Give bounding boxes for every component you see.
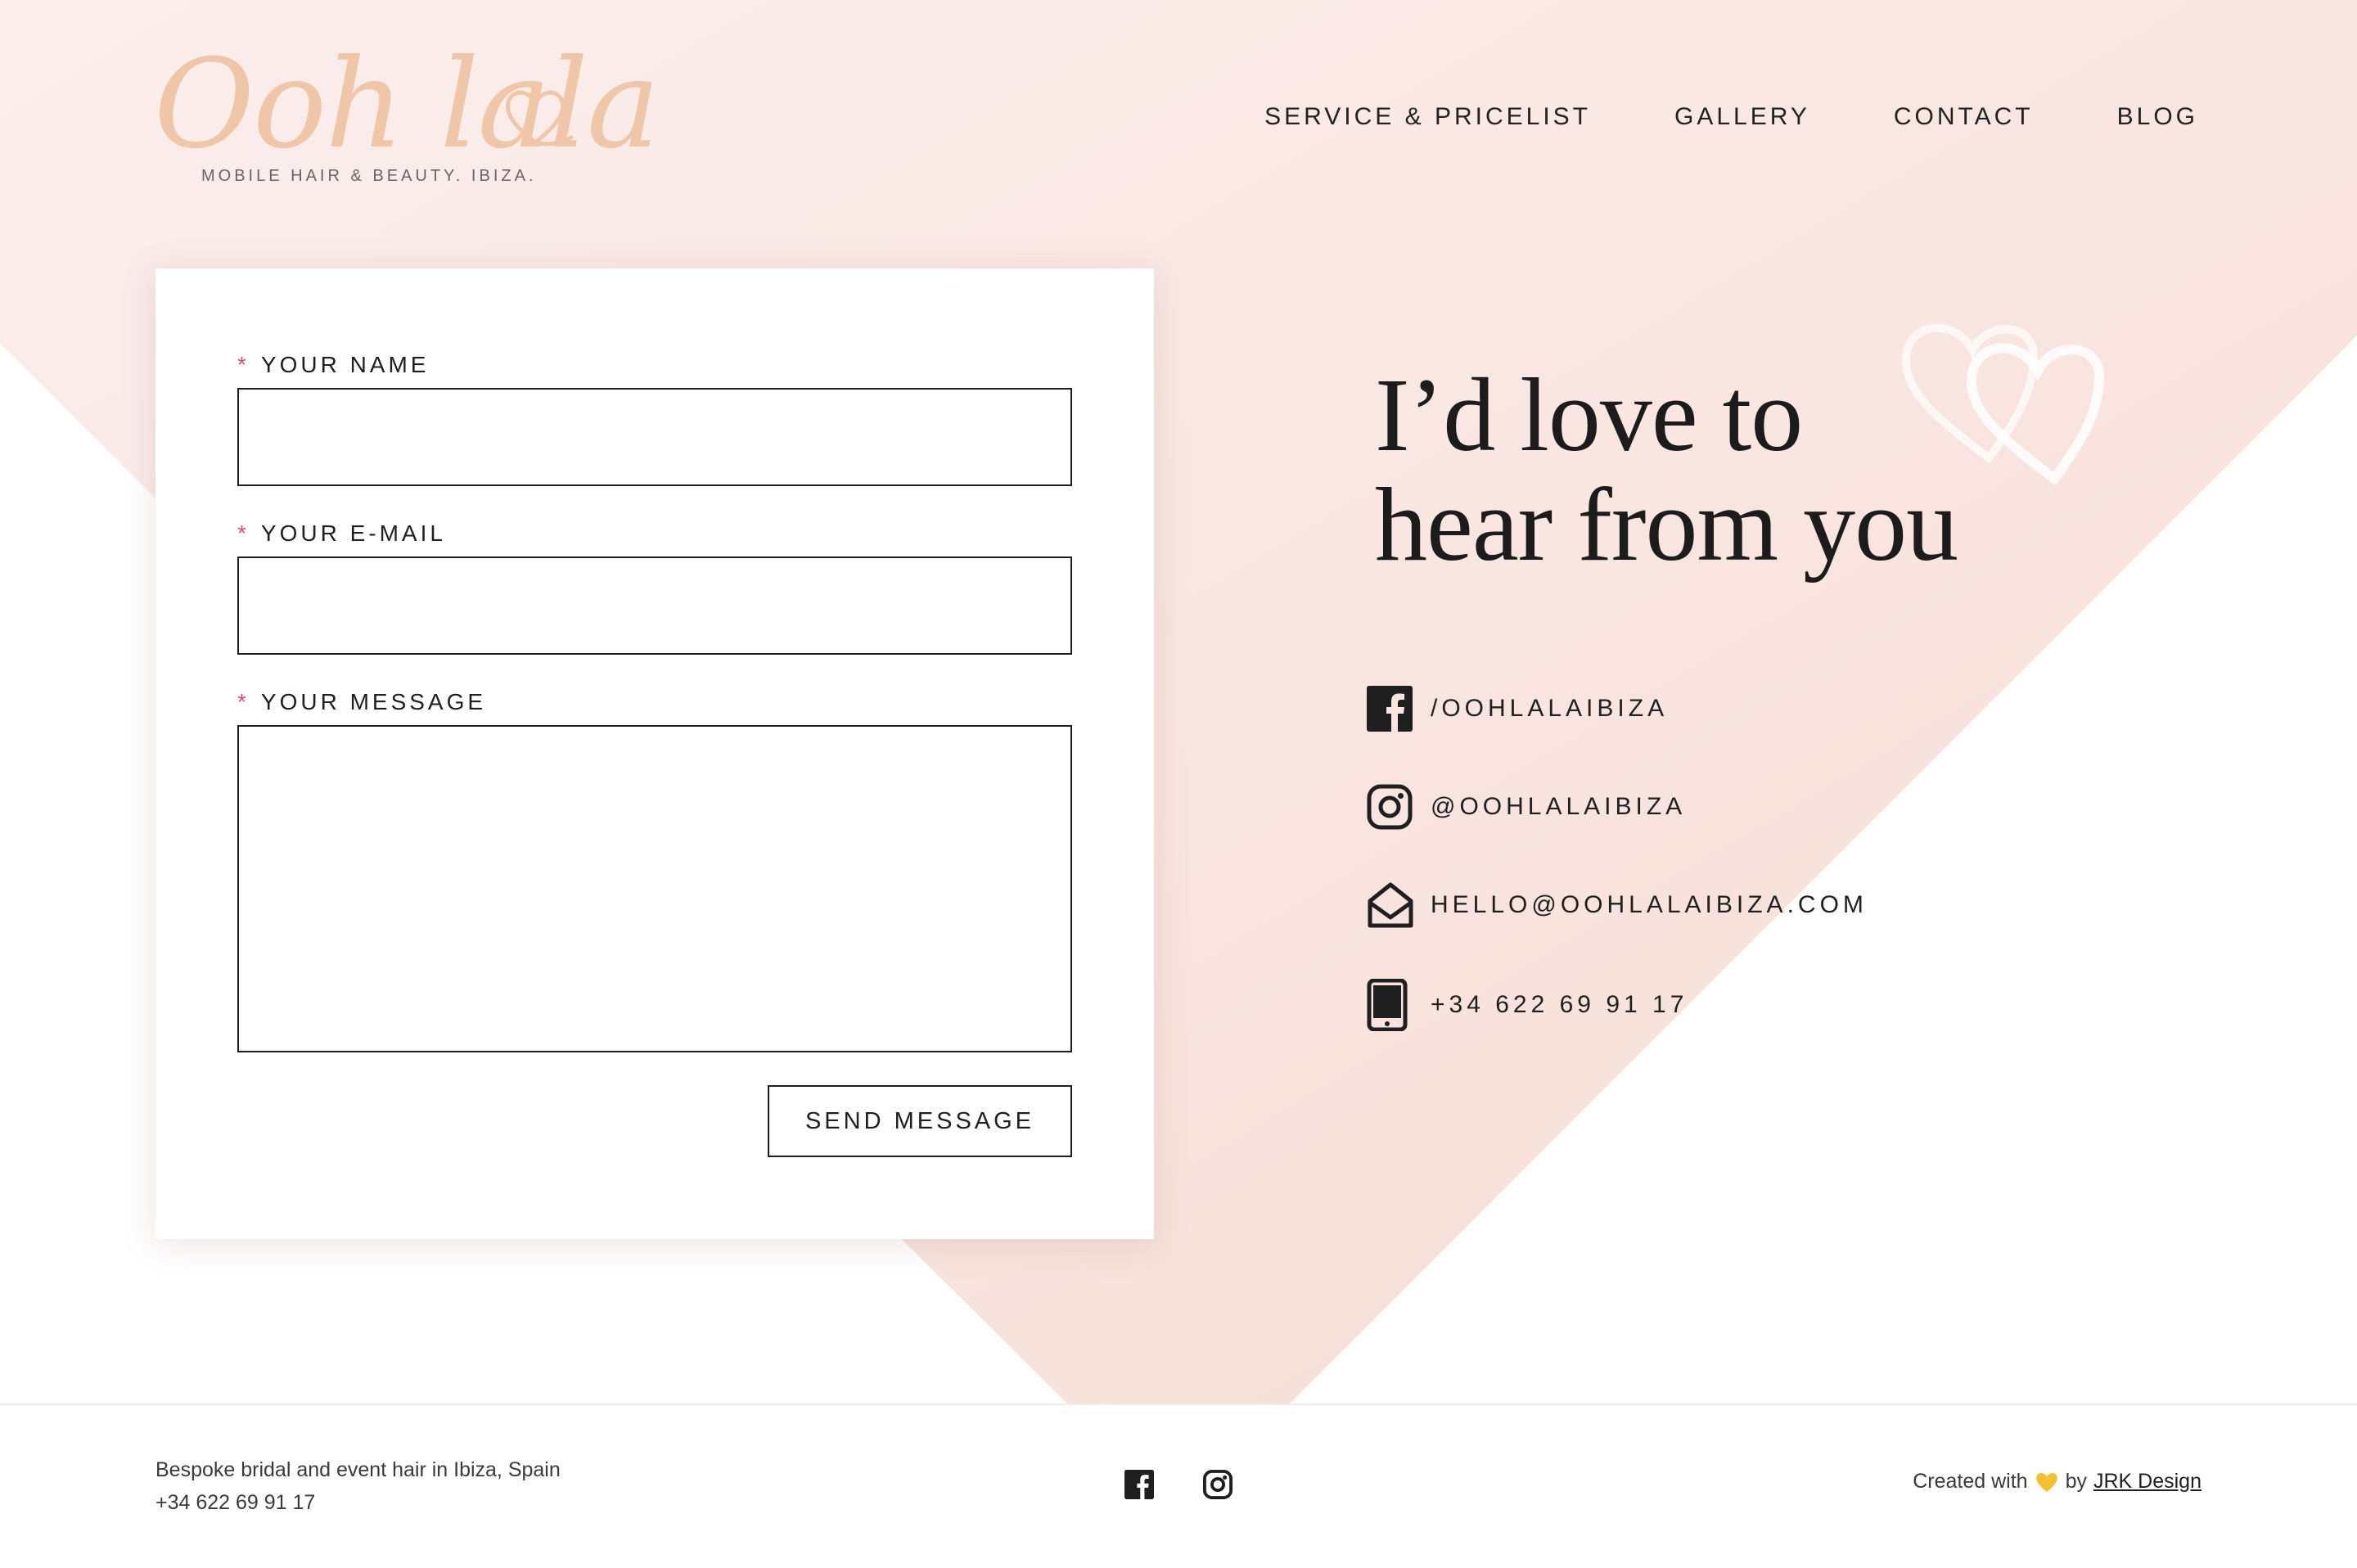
designer-link[interactable]: JRK Design xyxy=(2093,1470,2202,1494)
credits-prefix: Created with xyxy=(1913,1470,2028,1493)
nav-gallery[interactable]: GALLERY xyxy=(1674,103,1810,131)
instagram-icon xyxy=(1367,781,1416,833)
facebook-handle: /OOHLALAIBIZA xyxy=(1431,695,1669,722)
nav-blog[interactable]: BLOG xyxy=(2117,103,2198,131)
credits-by: by xyxy=(2065,1470,2087,1493)
footer-tagline: Bespoke bridal and event hair in Ibiza, … xyxy=(155,1458,561,1481)
footer-divider xyxy=(0,1404,2357,1405)
mobile-phone-icon xyxy=(1367,979,1416,1031)
email-label-text: YOUR E-MAIL xyxy=(260,520,446,546)
main-nav: SERVICE & PRICELIST GALLERY CONTACT BLOG xyxy=(1264,103,2198,131)
required-marker: * xyxy=(237,689,250,714)
nav-service-pricelist[interactable]: SERVICE & PRICELIST xyxy=(1264,103,1591,131)
contact-instagram[interactable]: @OOHLALAIBIZA xyxy=(1367,781,1682,833)
email-field[interactable] xyxy=(237,556,1072,655)
required-marker: * xyxy=(237,352,250,377)
contact-phone[interactable]: +34 622 69 91 17 xyxy=(1367,979,1683,1031)
email-address: HELLO@OOHLALAIBIZA.COM xyxy=(1431,891,1868,918)
email-label: * YOUR E-MAIL xyxy=(237,520,446,547)
headline-line-2: hear from you xyxy=(1375,466,1958,583)
envelope-open-icon xyxy=(1367,879,1416,931)
instagram-icon xyxy=(1203,1470,1233,1499)
contact-headline: I’d love to hear from you xyxy=(1375,360,2111,579)
name-label: * YOUR NAME xyxy=(237,352,429,378)
logo-script-text: Ooh lala xyxy=(154,34,660,176)
footer-credits: Created with by JRK Design xyxy=(1913,1470,2202,1494)
footer-info: Bespoke bridal and event hair in Ibiza, … xyxy=(155,1453,561,1519)
contact-form-card: * YOUR NAME * YOUR E-MAIL * YOUR MESSAGE SE… xyxy=(155,268,1154,1239)
yellow-heart-icon xyxy=(2035,1472,2057,1492)
message-field[interactable] xyxy=(237,725,1072,1052)
phone-number: +34 622 69 91 17 xyxy=(1431,991,1688,1018)
name-field[interactable] xyxy=(237,388,1072,486)
instagram-handle: @OOHLALAIBIZA xyxy=(1431,793,1687,820)
name-label-text: YOUR NAME xyxy=(260,352,430,377)
required-marker: * xyxy=(237,520,250,546)
facebook-icon xyxy=(1124,1470,1154,1499)
footer-instagram-link[interactable] xyxy=(1203,1470,1233,1503)
message-label-text: YOUR MESSAGE xyxy=(260,689,487,714)
footer-phone: +34 622 69 91 17 xyxy=(155,1491,316,1514)
message-label: * YOUR MESSAGE xyxy=(237,689,486,715)
contact-email[interactable]: HELLO@OOHLALAIBIZA.COM xyxy=(1367,879,1864,931)
contact-facebook[interactable]: /OOHLALAIBIZA xyxy=(1367,683,1664,735)
logo-heart-icon xyxy=(505,90,573,146)
nav-contact[interactable]: CONTACT xyxy=(1894,103,2034,131)
headline-line-1: I’d love to xyxy=(1375,357,1803,473)
facebook-icon xyxy=(1367,683,1416,735)
logo[interactable]: Ooh lala MOBILE HAIR & BEAUTY. IBIZA. xyxy=(154,39,660,195)
send-message-button[interactable]: SEND MESSAGE xyxy=(768,1085,1072,1157)
logo-tagline: MOBILE HAIR & BEAUTY. IBIZA. xyxy=(201,167,537,185)
footer-facebook-link[interactable] xyxy=(1124,1470,1154,1503)
